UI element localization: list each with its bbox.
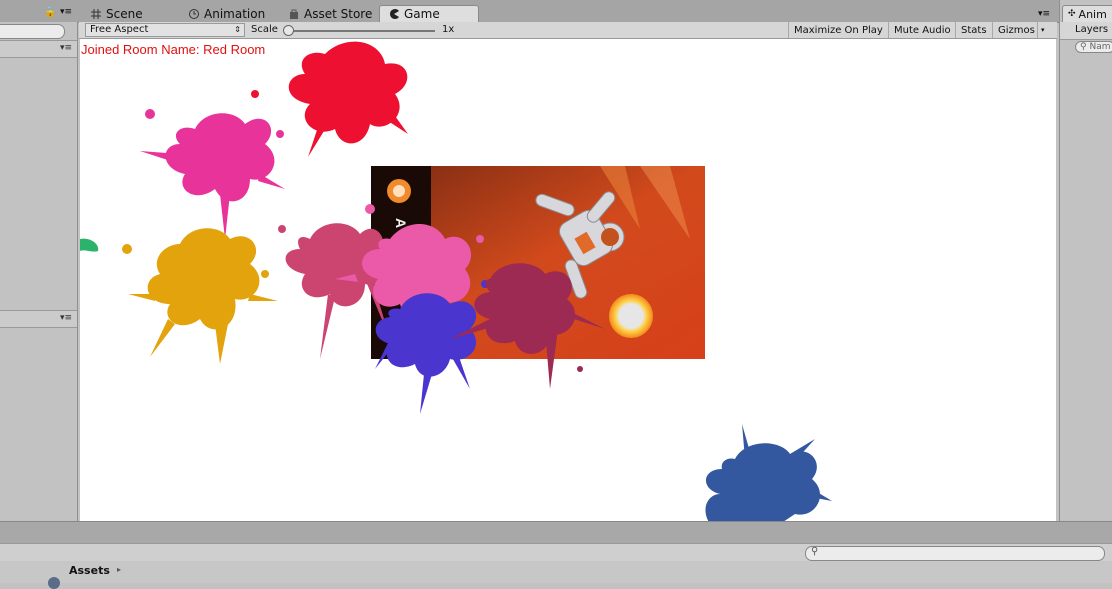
tab-game-label: Game <box>404 7 440 21</box>
panel-menu-icon[interactable]: ▾≡ <box>60 313 72 323</box>
blue-paint-splat <box>705 424 832 521</box>
search-icon: ⚲ <box>1080 42 1087 52</box>
assets-breadcrumb[interactable]: Assets <box>69 564 110 577</box>
tab-asset-store-label: Asset Store <box>304 6 373 21</box>
pink-paint-splat <box>140 109 285 239</box>
mute-audio-button[interactable]: Mute Audio <box>888 22 956 38</box>
room-status-text: Joined Room Name: Red Room <box>81 42 266 57</box>
panel-menu-icon[interactable]: ▾≡ <box>60 43 72 53</box>
project-toolbar: ⚲ <box>0 543 1112 563</box>
scale-label: Scale <box>251 24 278 35</box>
gizmos-button[interactable]: Gizmos <box>992 22 1040 38</box>
bag-icon <box>288 8 300 20</box>
game-view[interactable]: Joined Room Name: Red Room A <box>80 39 1056 521</box>
gizmos-dropdown-arrow[interactable]: ▾ <box>1037 22 1051 38</box>
aspect-value: Free Aspect <box>90 24 149 35</box>
dropdown-arrow-icon: ⇕ <box>234 25 241 34</box>
project-breadcrumb-row: Assets ▸ <box>0 561 1112 589</box>
panel-header: ▾≡ <box>0 310 77 328</box>
tab-animation[interactable]: Animation <box>180 5 273 22</box>
hierarchy-panel: ▾≡ ▾≡ <box>0 22 78 521</box>
lock-icon[interactable]: 🔒 <box>44 7 56 18</box>
gizmos-label: Gizmos <box>998 24 1035 36</box>
tab-scene-label: Scene <box>106 6 143 21</box>
mute-label: Mute Audio <box>894 24 951 36</box>
stats-label: Stats <box>961 24 987 36</box>
hierarchy-search-field[interactable] <box>0 24 65 39</box>
maximize-label: Maximize On Play <box>794 24 883 36</box>
tab-asset-store[interactable]: Asset Store <box>280 5 380 22</box>
tab-animator-label: Anim <box>1078 7 1107 21</box>
maximize-on-play-button[interactable]: Maximize On Play <box>788 22 888 38</box>
banner-letter: A <box>393 217 410 229</box>
scale-slider-knob[interactable] <box>283 25 294 36</box>
folder-icon <box>48 577 60 589</box>
parameter-search-placeholder: Nam <box>1089 42 1111 52</box>
chevron-down-icon: ▾ <box>1041 26 1045 34</box>
panel-header: ▾≡ <box>0 40 77 58</box>
green-paint-splat <box>80 238 99 252</box>
scale-value: 1x <box>442 24 455 35</box>
stats-button[interactable]: Stats <box>955 22 992 38</box>
grid-icon <box>90 8 102 20</box>
project-search-field[interactable]: ⚲ <box>805 546 1105 561</box>
tab-animator[interactable]: ✣ Anim <box>1062 5 1112 22</box>
game-scene-canvas <box>80 41 832 521</box>
scale-slider-track[interactable] <box>287 30 435 32</box>
aspect-dropdown[interactable]: Free Aspect ⇕ <box>85 23 245 37</box>
animator-toolbar: Layers <box>1060 22 1112 40</box>
pacman-icon <box>388 8 400 20</box>
tab-game[interactable]: Game <box>379 5 479 22</box>
sun-icon <box>609 294 653 338</box>
game-toolbar: Free Aspect ⇕ Scale 1x Maximize On Play … <box>79 22 1057 39</box>
animator-icon: ✣ <box>1068 9 1076 19</box>
layers-tab[interactable]: Layers <box>1075 24 1108 35</box>
tab-animation-label: Animation <box>204 6 266 21</box>
editor-tab-strip: 🔒 ▾≡ Scene Animation Asset Store Game ▾≡ <box>0 0 1112 23</box>
search-icon: ⚲ <box>811 546 819 557</box>
yellow-paint-splat <box>122 228 278 364</box>
chevron-right-icon: ▸ <box>117 565 122 574</box>
animator-panel: ✣ Anim Layers ⚲ Nam <box>1059 0 1112 521</box>
panel-menu-icon[interactable]: ▾≡ <box>1038 9 1050 19</box>
tab-scene[interactable]: Scene <box>82 5 151 22</box>
parameter-search-field[interactable]: ⚲ Nam <box>1075 41 1112 53</box>
clock-icon <box>188 8 200 20</box>
panel-menu-icon[interactable]: ▾≡ <box>60 7 72 17</box>
panel-divider <box>0 521 1112 544</box>
red-paint-splat <box>251 41 408 157</box>
